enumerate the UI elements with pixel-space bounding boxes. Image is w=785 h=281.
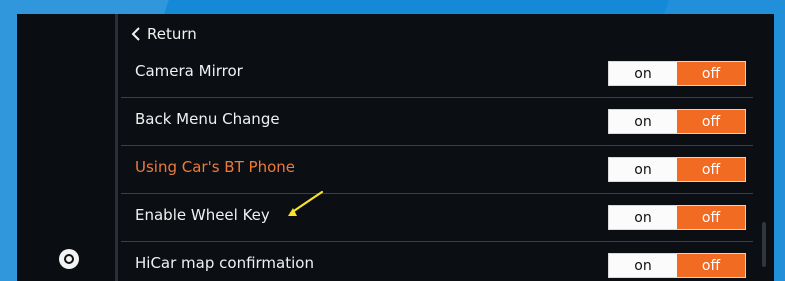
setting-row-back-menu-change: Back Menu Change on off (121, 98, 753, 146)
using-cars-bt-phone-toggle[interactable]: on off (608, 157, 746, 182)
toggle-on-option[interactable]: on (609, 158, 677, 181)
setting-row-enable-wheel-key: Enable Wheel Key on off (121, 194, 753, 242)
toggle-on-option[interactable]: on (609, 254, 677, 277)
rail-divider (115, 14, 118, 281)
chevron-left-icon (131, 27, 140, 41)
setting-label: Back Menu Change (135, 110, 280, 128)
toggle-off-option[interactable]: off (677, 62, 745, 85)
enable-wheel-key-toggle[interactable]: on off (608, 205, 746, 230)
setting-label: Using Car's BT Phone (135, 158, 295, 176)
setting-label: HiCar map confirmation (135, 254, 314, 272)
toggle-on-option[interactable]: on (609, 62, 677, 85)
scrollbar-thumb[interactable] (762, 222, 766, 267)
return-button[interactable]: Return (131, 21, 197, 47)
toggle-off-option[interactable]: off (677, 158, 745, 181)
home-circle-icon (64, 254, 74, 264)
toggle-off-option[interactable]: off (677, 110, 745, 133)
left-navigation-rail (17, 14, 121, 281)
back-menu-change-toggle[interactable]: on off (608, 109, 746, 134)
return-label: Return (147, 25, 197, 43)
settings-list: Camera Mirror on off Back Menu Change on… (121, 50, 761, 281)
setting-row-hicar-map-confirmation: HiCar map confirmation on off (121, 242, 753, 281)
home-button[interactable] (59, 249, 79, 269)
hicar-map-confirmation-toggle[interactable]: on off (608, 253, 746, 278)
camera-mirror-toggle[interactable]: on off (608, 61, 746, 86)
setting-label: Enable Wheel Key (135, 206, 270, 224)
setting-label: Camera Mirror (135, 62, 243, 80)
car-settings-screen: Return Camera Mirror on off Back Menu Ch… (17, 14, 774, 281)
toggle-on-option[interactable]: on (609, 110, 677, 133)
photo-frame: Return Camera Mirror on off Back Menu Ch… (0, 0, 785, 281)
setting-row-camera-mirror: Camera Mirror on off (121, 50, 753, 98)
toggle-on-option[interactable]: on (609, 206, 677, 229)
setting-row-using-cars-bt-phone: Using Car's BT Phone on off (121, 146, 753, 194)
toggle-off-option[interactable]: off (677, 206, 745, 229)
toggle-off-option[interactable]: off (677, 254, 745, 277)
